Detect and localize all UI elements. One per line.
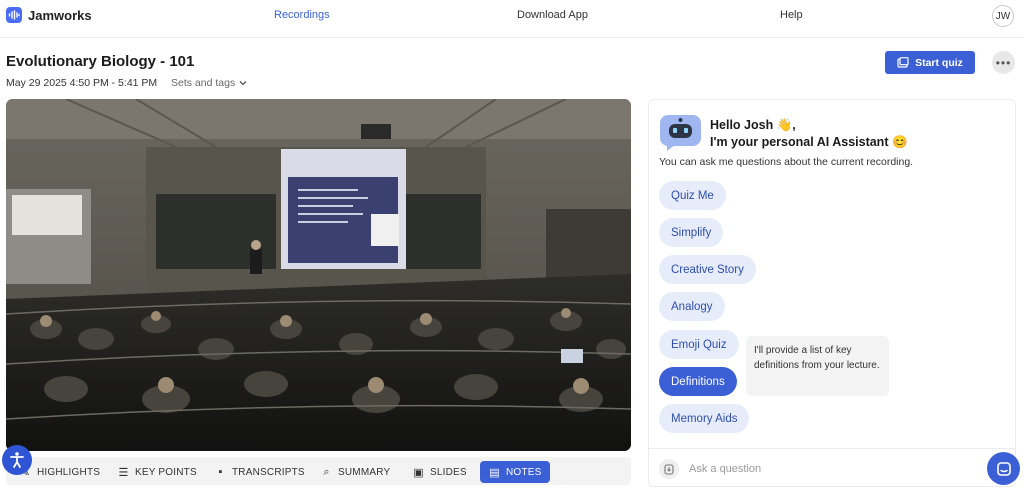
tab-label: SLIDES [430,466,467,478]
ai-assistant-panel: Hello Josh 👋, I'm your personal AI Assis… [648,99,1016,487]
panel-divider [649,448,1015,449]
tab-label: NOTES [506,466,542,478]
accessibility-button[interactable] [2,445,32,475]
nav-divider [0,37,1024,38]
sets-and-tags-label: Sets and tags [171,77,236,89]
tab-transcripts[interactable]: ▪ TRANSCRIPTS [215,461,305,483]
content-tabs: ✎ HIGHLIGHTS ☰ KEY POINTS ▪ TRANSCRIPTS … [6,457,631,485]
chip-definitions[interactable]: Definitions [659,367,737,396]
tab-slides[interactable]: ▣ SLIDES [413,461,467,483]
chip-simplify[interactable]: Simplify [659,218,724,247]
start-quiz-button[interactable]: Start quiz [885,51,975,74]
avatar[interactable]: JW [992,5,1014,27]
nav-link-recordings[interactable]: Recordings [274,9,330,21]
chat-launcher-button[interactable] [987,452,1020,485]
chat-icon [996,461,1011,476]
app-name: Jamworks [28,7,92,23]
lecture-hall-video-frame [6,99,631,451]
tab-highlights[interactable]: ✎ HIGHLIGHTS [20,461,100,483]
recording-datetime: May 29 2025 4:50 PM - 5:41 PM [6,77,158,89]
chip-analogy[interactable]: Analogy [659,292,725,321]
assistant-intro: You can ask me questions about the curre… [659,156,914,168]
assistant-greeting: Hello Josh 👋, I'm your personal AI Assis… [710,117,908,151]
tab-label: TRANSCRIPTS [232,466,305,478]
top-nav: Jamworks Recordings Download App Help JW [0,0,1024,34]
ask-bar [659,459,929,479]
start-quiz-label: Start quiz [915,56,963,69]
chip-emoji-quiz[interactable]: Emoji Quiz [659,330,739,359]
attach-icon[interactable] [659,459,679,479]
more-options-button[interactable]: ••• [992,51,1015,74]
image-icon: ▣ [413,466,424,479]
tab-key-points[interactable]: ☰ KEY POINTS [118,461,197,483]
accessibility-icon [10,452,24,468]
page-title: Evolutionary Biology - 101 [6,53,195,70]
tab-notes[interactable]: ▤ NOTES [480,461,551,483]
nav-link-help[interactable]: Help [780,9,803,21]
page: Jamworks Recordings Download App Help JW… [0,0,1024,489]
ask-question-input[interactable] [689,463,929,475]
greeting-line-1: Hello Josh 👋, [710,118,796,132]
chip-creative-story[interactable]: Creative Story [659,255,756,284]
robot-icon [659,114,702,152]
sets-and-tags-dropdown[interactable]: Sets and tags [171,77,247,89]
quiz-cards-icon [897,57,909,68]
tab-summary[interactable]: ⌕ SUMMARY [321,461,390,483]
tab-label: HIGHLIGHTS [37,466,101,478]
chip-memory-aids[interactable]: Memory Aids [659,404,750,433]
nav-link-download-app[interactable]: Download App [517,9,588,21]
video-player[interactable] [6,99,631,451]
chip-tooltip: I'll provide a list of key definitions f… [746,336,889,396]
chip-quiz-me[interactable]: Quiz Me [659,181,726,210]
notes-icon: ▤ [489,466,500,479]
list-icon: ☰ [118,466,129,479]
speech-bubble-icon: ▪ [218,466,223,478]
search-icon: ⌕ [323,465,330,478]
greeting-line-2: I'm your personal AI Assistant 😊 [710,135,908,149]
chevron-down-icon [239,81,247,86]
tab-label: SUMMARY [338,466,391,478]
waveform-icon [6,7,22,23]
tab-label: KEY POINTS [135,466,197,478]
ellipsis-icon: ••• [995,55,1012,70]
app-logo[interactable]: Jamworks [6,7,92,23]
